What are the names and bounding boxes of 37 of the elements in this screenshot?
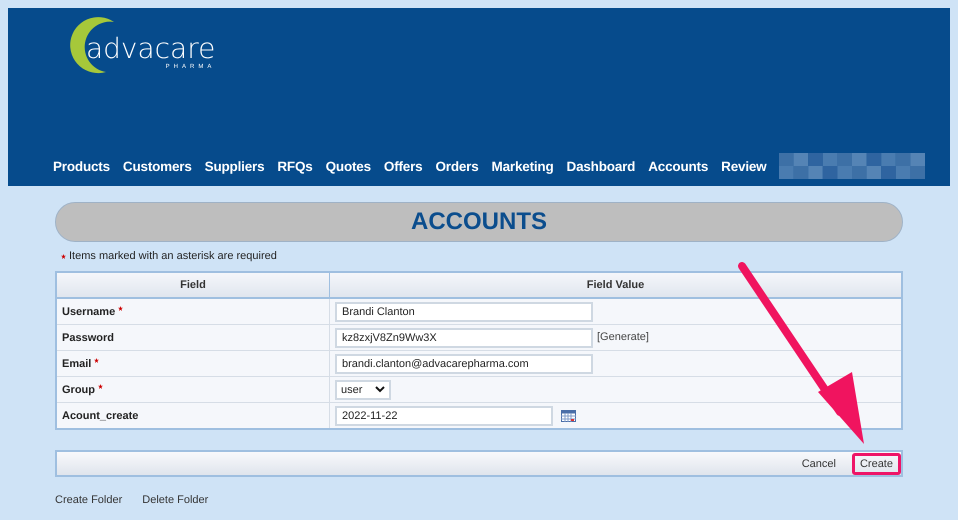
nav-link[interactable]: RFQs: [277, 158, 313, 174]
required-note: Items marked with an asterisk are required: [69, 250, 277, 262]
field-label: Email: [62, 358, 92, 370]
calendar-icon[interactable]: [561, 410, 576, 422]
date-field[interactable]: 2022-11-22: [335, 406, 553, 426]
column-header: Field Value: [330, 272, 902, 298]
nav-link[interactable]: Products: [53, 158, 110, 174]
text-field[interactable]: brandi.clanton@advacarepharma.com: [335, 354, 593, 374]
group-dropdown[interactable]: user: [335, 380, 391, 400]
field-label: Username: [62, 306, 116, 318]
required-icon: [61, 254, 66, 258]
nav-link[interactable]: Accounts: [648, 158, 708, 174]
folder-link[interactable]: Create Folder: [55, 494, 122, 506]
page-title: ACCOUNTS: [411, 208, 547, 236]
password-field[interactable]: kz8zxjV8Zn9Ww3X: [335, 328, 593, 348]
nav-link[interactable]: Quotes: [326, 158, 371, 174]
cancel-button[interactable]: Cancel: [794, 452, 844, 474]
field-label: Group: [62, 384, 95, 396]
nav-link[interactable]: Dashboard: [566, 158, 636, 174]
text-field[interactable]: Brandi Clanton: [335, 302, 593, 322]
column-header: Field: [56, 272, 330, 298]
create-button[interactable]: Create: [852, 452, 901, 474]
generate-link[interactable]: [Generate]: [597, 331, 649, 344]
nav-link[interactable]: Review: [721, 158, 766, 174]
field-label: Acount_create: [62, 410, 138, 422]
nav-link[interactable]: Orders: [435, 158, 479, 174]
required-icon: [94, 358, 100, 362]
nav-link[interactable]: Suppliers: [204, 158, 264, 174]
required-icon: [98, 384, 103, 388]
field-label: Password: [62, 332, 114, 344]
required-icon: [118, 306, 124, 310]
logo-wordmark: advacare: [86, 34, 216, 64]
nav-link[interactable]: Customers: [122, 158, 192, 174]
nav-link[interactable]: Marketing: [492, 158, 554, 174]
nav-link[interactable]: Offers: [384, 158, 422, 174]
folder-link[interactable]: Delete Folder: [142, 494, 208, 506]
caret-icon: [375, 386, 385, 393]
